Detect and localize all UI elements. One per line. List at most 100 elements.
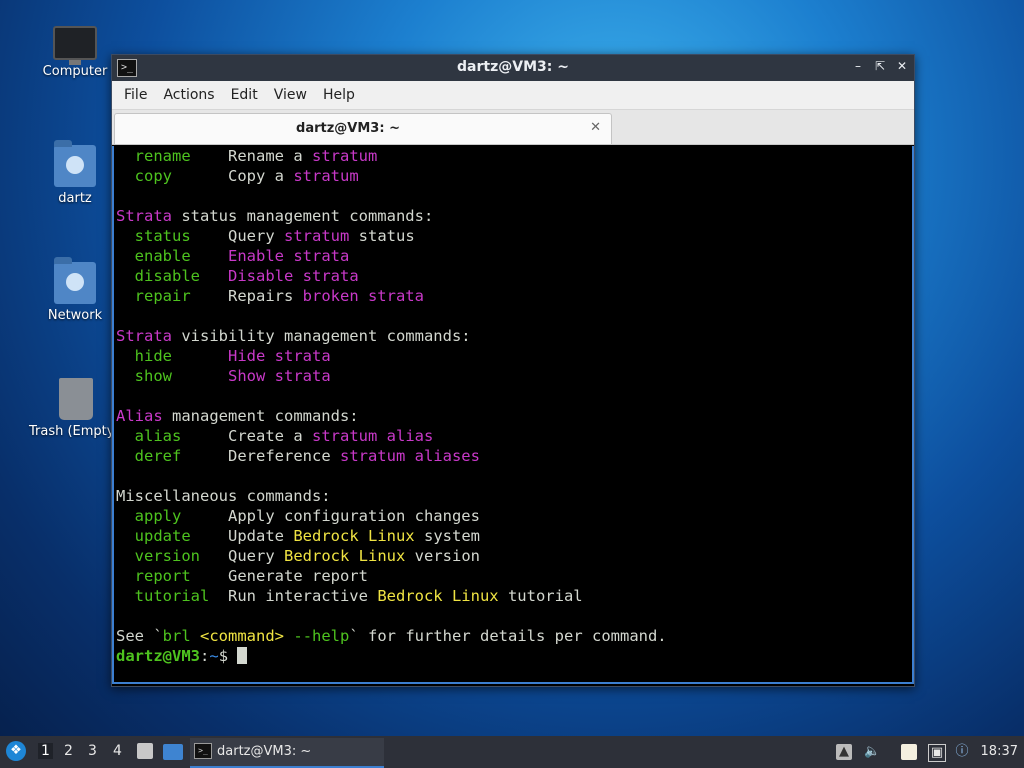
terminal-text: Create a xyxy=(181,427,312,445)
terminal-text: system xyxy=(414,527,480,545)
terminal-output[interactable]: rename Rename a stratum copy Copy a stra… xyxy=(112,146,914,684)
updates-icon[interactable]: ▲ xyxy=(836,744,852,760)
desktop-icon-label: Computer xyxy=(42,64,108,79)
terminal-text: apply xyxy=(134,507,182,525)
terminal-text: enable xyxy=(134,247,191,265)
terminal-line: enable Enable strata xyxy=(116,246,912,266)
notification-icon[interactable]: ⓘ xyxy=(954,744,970,760)
terminal-line: alias Create a stratum alias xyxy=(116,426,912,446)
prompt-user-host: dartz@VM3 xyxy=(116,647,200,665)
workspace-1[interactable]: 1 xyxy=(38,743,53,759)
terminal-line: Alias management commands: xyxy=(116,406,912,426)
terminal-line: Miscellaneous commands: xyxy=(116,486,912,506)
terminal-text: tutorial xyxy=(134,587,210,605)
terminal-text: Miscellaneous commands: xyxy=(116,487,331,505)
menu-view[interactable]: View xyxy=(266,87,315,103)
terminal-line: apply Apply configuration changes xyxy=(116,506,912,526)
terminal-text: Run interactive xyxy=(209,587,378,605)
terminal-line: tutorial Run interactive Bedrock Linux t… xyxy=(116,586,912,606)
terminal-text: Enable strata xyxy=(228,247,350,265)
close-icon[interactable]: ✕ xyxy=(896,59,908,73)
terminal-text: show xyxy=(134,367,172,385)
terminal-text: Bedrock Linux xyxy=(377,587,499,605)
desktop-icon-label: dartz xyxy=(58,191,92,206)
terminal-line: Strata status management commands: xyxy=(116,206,912,226)
terminal-line: See `brl <command> --help` for further d… xyxy=(116,626,912,646)
network-status-icon[interactable]: ▣ xyxy=(928,744,946,762)
terminal-line: status Query stratum status xyxy=(116,226,912,246)
workspace-3[interactable]: 3 xyxy=(88,743,97,759)
title-bar[interactable]: >_ dartz@VM3: ~ – ⇱ ✕ xyxy=(112,55,914,81)
file-manager-launcher-icon[interactable] xyxy=(137,743,153,759)
desktop-icon-home-folder[interactable]: dartz xyxy=(27,140,123,206)
clock[interactable]: 18:37 xyxy=(981,744,1018,759)
prompt-line[interactable]: dartz@VM3:~$ xyxy=(116,646,912,666)
terminal-text: version xyxy=(134,547,200,565)
terminal-text: management commands: xyxy=(162,407,359,425)
tab-bar: dartz@VM3: ~ ✕ xyxy=(112,110,914,145)
terminal-text: Apply configuration changes xyxy=(181,507,480,525)
terminal-line: disable Disable strata xyxy=(116,266,912,286)
terminal-task-icon: >_ xyxy=(194,743,212,759)
workspace-2[interactable]: 2 xyxy=(64,743,73,759)
terminal-text: status xyxy=(349,227,415,245)
menu-file[interactable]: File xyxy=(116,87,155,103)
terminal-text: stratum xyxy=(312,147,378,165)
menu-bar: File Actions Edit View Help xyxy=(112,81,914,110)
terminal-text: visibility management commands: xyxy=(172,327,471,345)
terminal-line: hide Hide strata xyxy=(116,346,912,366)
terminal-text: brl xyxy=(162,627,191,645)
terminal-text: alias xyxy=(134,427,182,445)
menu-edit[interactable]: Edit xyxy=(223,87,266,103)
clipboard-icon[interactable] xyxy=(901,744,917,760)
terminal-text: stratum xyxy=(284,227,350,245)
terminal-text: update xyxy=(134,527,191,545)
terminal-line: copy Copy a stratum xyxy=(116,166,912,186)
terminal-text: repair xyxy=(134,287,191,305)
show-desktop-icon[interactable] xyxy=(163,744,183,760)
home-folder-icon xyxy=(54,140,96,187)
workspace-4[interactable]: 4 xyxy=(113,743,122,759)
desktop-icon-computer[interactable]: Computer xyxy=(27,22,123,79)
terminal-tab[interactable]: dartz@VM3: ~ ✕ xyxy=(114,113,612,144)
terminal-text: Hide strata xyxy=(228,347,331,365)
desktop-icon-network[interactable]: Network xyxy=(27,257,123,323)
menu-actions[interactable]: Actions xyxy=(155,87,222,103)
terminal-line: Strata visibility management commands: xyxy=(116,326,912,346)
volume-icon[interactable]: 🔈 xyxy=(864,744,880,760)
terminal-text: stratum aliases xyxy=(339,447,480,465)
start-menu-icon[interactable]: ❖ xyxy=(6,741,26,761)
terminal-text: copy xyxy=(134,167,172,185)
prompt-separator: : xyxy=(200,647,210,665)
terminal-text: report xyxy=(134,567,191,585)
tab-close-icon[interactable]: ✕ xyxy=(590,120,601,135)
terminal-text: Update xyxy=(190,527,294,545)
maximize-icon[interactable]: ⇱ xyxy=(874,59,886,73)
menu-help[interactable]: Help xyxy=(315,87,363,103)
terminal-text: Query xyxy=(190,227,284,245)
taskbar-task-terminal[interactable]: >_ dartz@VM3: ~ xyxy=(190,738,384,768)
terminal-line: update Update Bedrock Linux system xyxy=(116,526,912,546)
minimize-icon[interactable]: – xyxy=(852,59,864,73)
